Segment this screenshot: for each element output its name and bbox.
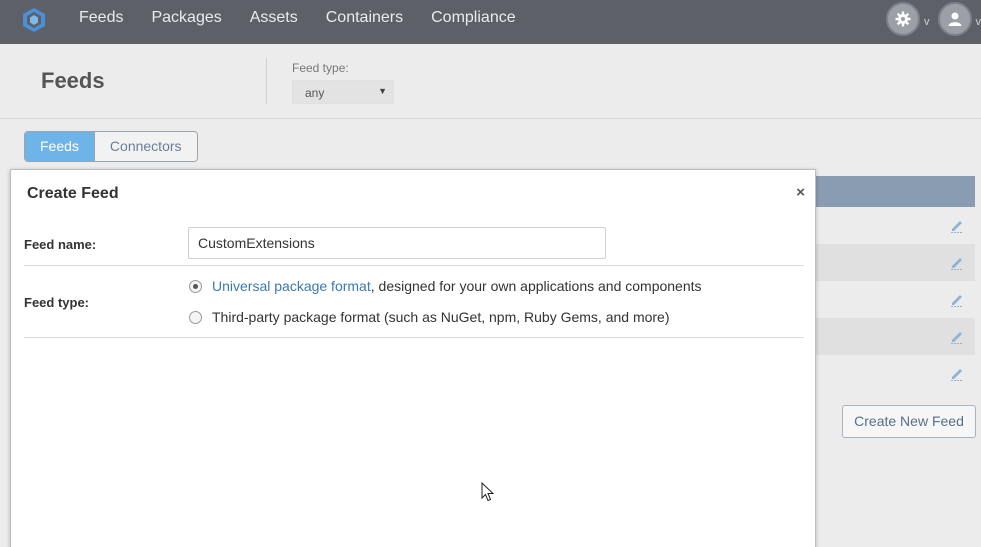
tab-connectors[interactable]: Connectors: [93, 132, 197, 161]
divider: [24, 337, 804, 338]
third-party-format-option[interactable]: Third-party package format (such as NuGe…: [189, 309, 670, 325]
edit-icon[interactable]: [949, 217, 965, 233]
edit-icon[interactable]: [949, 254, 965, 270]
third-party-format-description: Third-party package format (such as NuGe…: [212, 309, 670, 325]
universal-format-description: , designed for your own applications and…: [370, 278, 702, 294]
universal-format-link[interactable]: Universal package format: [212, 278, 371, 294]
table-row: [810, 281, 975, 318]
nav-menu: Feeds Packages Assets Containers Complia…: [65, 0, 530, 36]
table-row: [810, 355, 975, 392]
close-icon[interactable]: ×: [796, 184, 805, 201]
divider: [24, 265, 804, 266]
create-new-feed-button[interactable]: Create New Feed: [842, 405, 976, 438]
create-feed-modal: Create Feed × Feed name: Feed type: Univ…: [10, 169, 816, 547]
table-row: [810, 244, 975, 281]
feed-type-filter-label: Feed type:: [292, 61, 349, 75]
logo-icon[interactable]: [20, 6, 48, 34]
modal-title: Create Feed: [27, 185, 119, 202]
top-nav: Feeds Packages Assets Containers Complia…: [0, 0, 981, 44]
universal-format-radio[interactable]: [189, 279, 202, 293]
mouse-cursor-icon: [481, 482, 495, 502]
feed-type-filter-value: any: [305, 86, 325, 100]
feed-name-input[interactable]: [188, 227, 606, 259]
settings-caret-icon[interactable]: v: [924, 10, 930, 28]
nav-compliance[interactable]: Compliance: [417, 0, 529, 36]
tab-group: Feeds Connectors: [24, 131, 198, 162]
table-row: [810, 207, 975, 244]
nav-feeds[interactable]: Feeds: [65, 0, 137, 36]
edit-icon[interactable]: [949, 365, 965, 381]
universal-format-text: Universal package format, designed for y…: [212, 278, 702, 294]
user-icon: [948, 12, 961, 26]
feed-type-label: Feed type:: [24, 295, 90, 310]
nav-assets[interactable]: Assets: [236, 0, 312, 36]
table-row: [810, 318, 975, 355]
third-party-format-radio[interactable]: [189, 310, 202, 324]
gear-icon: [895, 11, 911, 27]
feed-type-filter-select[interactable]: any ▼: [292, 80, 394, 104]
settings-button[interactable]: [886, 2, 920, 36]
header-divider: [266, 58, 267, 104]
user-caret-icon[interactable]: v: [976, 10, 981, 28]
nav-right: v v: [886, 2, 981, 36]
page-header: Feeds Feed type: any ▼: [0, 44, 981, 119]
nav-containers[interactable]: Containers: [312, 0, 417, 36]
user-button[interactable]: [937, 2, 972, 36]
dropdown-arrow-icon: ▼: [378, 86, 387, 96]
edit-icon[interactable]: [949, 328, 965, 344]
tab-feeds[interactable]: Feeds: [25, 132, 94, 161]
page-title: Feeds: [41, 68, 105, 93]
universal-format-option[interactable]: Universal package format, designed for y…: [189, 278, 702, 294]
nav-packages[interactable]: Packages: [137, 0, 235, 36]
feed-name-label: Feed name:: [24, 237, 97, 252]
feeds-table-header: [810, 176, 975, 207]
edit-icon[interactable]: [949, 291, 965, 307]
